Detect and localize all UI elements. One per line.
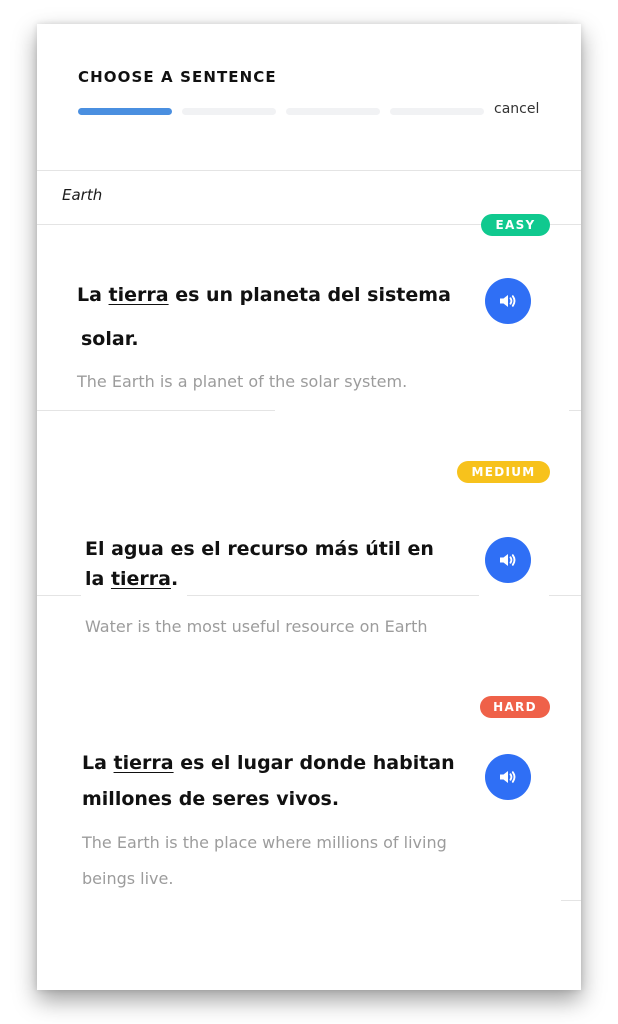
sentence-text: solar. <box>81 328 139 350</box>
header-divider <box>37 170 581 171</box>
sentence-text: El agua es el recurso más útil en <box>85 538 434 560</box>
option-divider <box>187 595 479 596</box>
sentence-translation-hard-line-2: beings live. <box>82 869 174 888</box>
difficulty-badge-easy: EASY <box>481 214 550 236</box>
sentence-picker-card: CHOOSE A SENTENCE cancel Earth EASY La t… <box>37 24 581 990</box>
sentence-text: . <box>171 568 179 590</box>
page-title: CHOOSE A SENTENCE <box>78 68 277 86</box>
progress-step-3 <box>286 108 380 115</box>
sentence-option-easy-line-1[interactable]: La tierra es un planeta del sistema <box>77 284 451 306</box>
sentence-keyword: tierra <box>110 568 171 590</box>
play-audio-button-easy[interactable] <box>485 278 531 324</box>
speaker-icon <box>500 554 516 566</box>
option-divider <box>37 410 275 411</box>
difficulty-badge-hard: HARD <box>480 696 550 718</box>
progress-step-1 <box>78 108 172 115</box>
sentence-text: La <box>77 284 109 306</box>
speaker-icon <box>500 771 516 783</box>
target-word: Earth <box>62 186 103 204</box>
speaker-icon <box>500 295 516 307</box>
cancel-button[interactable]: cancel <box>494 101 539 117</box>
sentence-option-hard-line-2[interactable]: millones de seres vivos. <box>82 788 339 810</box>
sentence-translation-hard-line-1: The Earth is the place where millions of… <box>82 833 447 852</box>
option-divider <box>37 595 81 596</box>
option-divider <box>569 410 581 411</box>
sentence-option-easy-line-2[interactable]: solar. <box>81 328 139 350</box>
sentence-translation-easy: The Earth is a planet of the solar syste… <box>77 372 408 391</box>
sentence-keyword: tierra <box>113 752 174 774</box>
option-divider <box>549 595 581 596</box>
sentence-text: es un planeta del sistema <box>168 284 451 306</box>
sentence-option-hard-line-1[interactable]: La tierra es el lugar donde habitan <box>82 752 455 774</box>
progress-step-4 <box>390 108 484 115</box>
play-audio-button-medium[interactable] <box>485 537 531 583</box>
sentence-translation-medium: Water is the most useful resource on Ear… <box>85 617 428 636</box>
play-audio-button-hard[interactable] <box>485 754 531 800</box>
sentence-text: es el lugar donde habitan <box>173 752 455 774</box>
option-divider <box>561 900 581 901</box>
sentence-keyword: tierra <box>108 284 169 306</box>
difficulty-badge-medium: MEDIUM <box>457 461 550 483</box>
sentence-option-medium-line-2[interactable]: la tierra. <box>85 568 178 590</box>
sentence-option-medium-line-1[interactable]: El agua es el recurso más útil en <box>85 538 434 560</box>
progress-step-2 <box>182 108 276 115</box>
sentence-text: la <box>85 568 111 590</box>
sentence-text: La <box>82 752 114 774</box>
sentence-text: millones de seres vivos. <box>82 788 340 810</box>
